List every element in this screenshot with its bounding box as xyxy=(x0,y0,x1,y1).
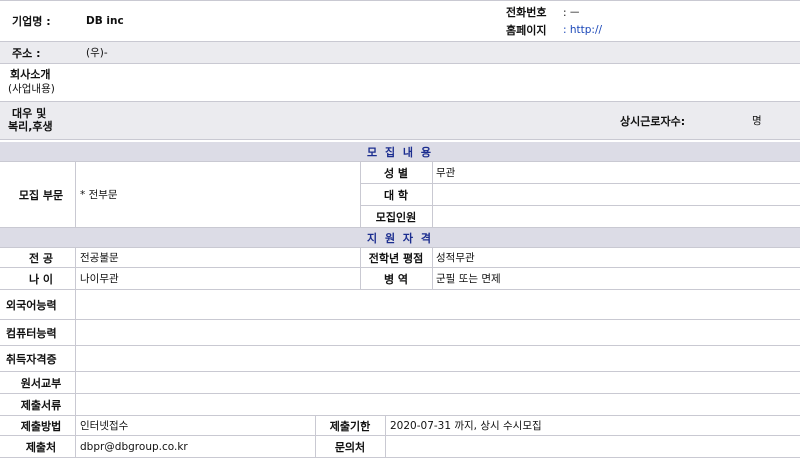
headcount-label: 모집인원 xyxy=(375,210,417,224)
company-name-label: 기업명 : xyxy=(12,14,51,28)
docs-row: 제출서류 xyxy=(0,394,800,416)
license-label: 취득자격증 xyxy=(6,352,57,366)
homepage-link[interactable]: : http:// xyxy=(563,22,723,38)
phone-label: 전화번호 xyxy=(506,6,547,19)
major-label: 전 공 xyxy=(28,251,54,265)
age-row: 나 이 나이무관 병 역 군필 또는 면제 xyxy=(0,268,800,290)
language-row: 외국어능력 xyxy=(0,290,800,320)
intro-row: 회사소개 (사업내용) xyxy=(0,64,800,102)
dept-label: 모집 부문 xyxy=(18,188,64,202)
computer-label: 컴퓨터능력 xyxy=(6,326,57,340)
contact-value xyxy=(390,436,790,457)
method-value: 인터넷접수 xyxy=(80,420,129,432)
college-value xyxy=(436,184,636,205)
gpa-value: 성적무관 xyxy=(436,252,475,264)
license-row: 취득자격증 xyxy=(0,346,800,372)
method-label: 제출방법 xyxy=(20,419,62,433)
employees-unit: 명 xyxy=(752,115,762,127)
benefit-row: 대우 및 복리,후생 상시근로자수: 명 xyxy=(0,102,800,140)
form-label: 원서교부 xyxy=(20,376,62,390)
qualification-section-title: 지 원 자 격 xyxy=(367,231,433,245)
submit-row: 제출처 dbpr@dbgroup.co.kr 문의처 xyxy=(0,436,800,458)
contact-label: 문의처 xyxy=(334,440,366,454)
deadline-label: 제출기한 xyxy=(329,419,371,433)
company-name-value: DB inc xyxy=(86,14,124,27)
dept-value: * 전부문 xyxy=(80,189,118,201)
recruit-section-title: 모 집 내 용 xyxy=(367,145,433,159)
address-label: 주소 : xyxy=(12,46,41,60)
method-row: 제출방법 인터넷접수 제출기한 2020-07-31 까지, 상시 수시모집 xyxy=(0,416,800,436)
gender-value: 무관 xyxy=(436,167,456,179)
military-value: 군필 또는 면제 xyxy=(436,273,501,285)
address-value: (우)- xyxy=(86,47,108,59)
form-row: 원서교부 xyxy=(0,372,800,394)
intro-label-line1: 회사소개 xyxy=(10,68,51,81)
gender-label: 성 별 xyxy=(383,166,409,180)
gpa-label: 전학년 평점 xyxy=(368,251,424,265)
college-label: 대 학 xyxy=(383,188,409,202)
age-label: 나 이 xyxy=(28,272,54,286)
employees-label: 상시근로자수: xyxy=(620,114,686,128)
benefit-label-line1: 대우 및 xyxy=(12,107,47,120)
military-label: 병 역 xyxy=(383,272,409,286)
language-label: 외국어능력 xyxy=(6,298,57,312)
deadline-value: 2020-07-31 까지, 상시 수시모집 xyxy=(390,420,542,432)
company-header-row: 기업명 : DB inc 전화번호 : ㅡ 홈페이지 : http:// xyxy=(0,0,800,42)
qualification-section-header: 지 원 자 격 xyxy=(0,228,800,248)
major-row: 전 공 전공불문 전학년 평점 성적무관 xyxy=(0,248,800,268)
recruit-section-header: 모 집 내 용 xyxy=(0,142,800,162)
computer-row: 컴퓨터능력 xyxy=(0,320,800,346)
major-value: 전공불문 xyxy=(80,252,119,264)
benefit-label: 대우 및 복리,후생 xyxy=(8,107,53,133)
intro-label: 회사소개 (사업내용) xyxy=(8,68,55,96)
address-row: 주소 : (우)- xyxy=(0,42,800,64)
submit-to-label: 제출처 xyxy=(25,440,57,454)
intro-label-line2: (사업내용) xyxy=(8,83,55,95)
recruit-block: 모집 부문 * 전부문 성 별 무관 대 학 모집인원 xyxy=(0,162,800,228)
phone-value: : ㅡ xyxy=(563,6,580,19)
headcount-value xyxy=(436,206,636,227)
docs-label: 제출서류 xyxy=(20,398,62,412)
benefit-label-line2: 복리,후생 xyxy=(8,120,53,133)
homepage-label: 홈페이지 xyxy=(506,24,547,37)
submit-to-value[interactable]: dbpr@dbgroup.co.kr xyxy=(80,436,310,457)
age-value: 나이무관 xyxy=(80,273,119,285)
job-posting: 기업명 : DB inc 전화번호 : ㅡ 홈페이지 : http:// 주소 … xyxy=(0,0,800,464)
